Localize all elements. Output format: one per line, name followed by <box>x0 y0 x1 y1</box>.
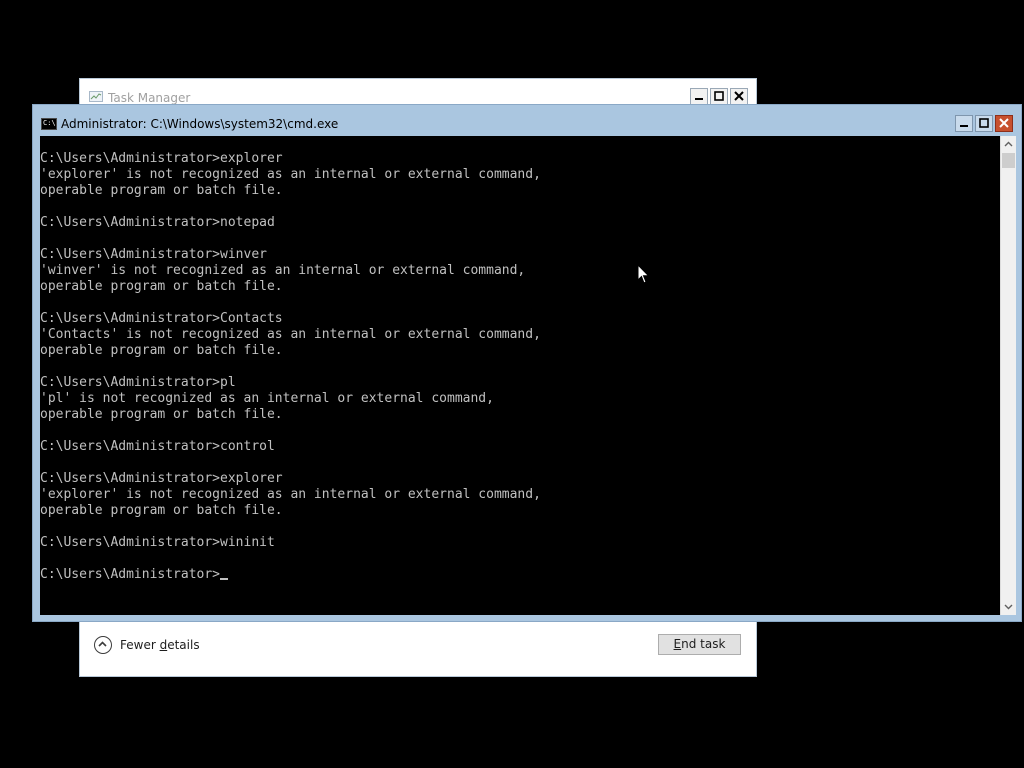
fewer-details-label: Fewer details <box>120 638 200 652</box>
console-line: operable program or batch file. <box>40 343 283 358</box>
task-manager-footer: Fewer details End task <box>80 622 756 676</box>
task-manager-icon <box>89 91 103 102</box>
cmd-minimize-button[interactable] <box>955 115 973 132</box>
console-scrollbar[interactable] <box>1000 136 1016 615</box>
console-line: C:\Users\Administrator> <box>40 567 541 583</box>
cmd-icon-text: C:\ <box>43 119 56 127</box>
cmd-close-button[interactable] <box>995 115 1013 132</box>
console-line: C:\Users\Administrator>explorer <box>40 151 283 166</box>
console-line: operable program or batch file. <box>40 183 283 198</box>
task-manager-minimize-button[interactable] <box>690 88 708 105</box>
console-lines: C:\Users\Administrator>explorer'explorer… <box>40 151 541 583</box>
console-line: C:\Users\Administrator>winver <box>40 247 267 262</box>
scroll-down-button[interactable] <box>1001 599 1016 615</box>
console-line: 'winver' is not recognized as an interna… <box>40 263 526 278</box>
task-manager-title: Task Manager <box>108 91 191 105</box>
mouse-pointer-icon <box>637 264 650 284</box>
console-line: C:\Users\Administrator>control <box>40 439 275 454</box>
console-line: C:\Users\Administrator>Contacts <box>40 311 283 326</box>
console-line: operable program or batch file. <box>40 407 283 422</box>
text-cursor <box>220 578 229 580</box>
console-line: 'explorer' is not recognized as an inter… <box>40 487 541 502</box>
scrollbar-thumb[interactable] <box>1002 153 1015 168</box>
cmd-title: Administrator: C:\Windows\system32\cmd.e… <box>61 117 339 131</box>
console-line: 'pl' is not recognized as an internal or… <box>40 391 494 406</box>
console-output[interactable]: C:\Users\Administrator>explorer'explorer… <box>40 136 1000 615</box>
console-line: 'Contacts' is not recognized as an inter… <box>40 327 541 342</box>
end-task-button[interactable]: End task <box>658 634 741 655</box>
task-manager-titlebar[interactable]: Task Manager <box>80 79 756 107</box>
chevron-up-icon <box>94 636 112 654</box>
task-manager-close-button[interactable] <box>730 88 748 105</box>
console-line: 'explorer' is not recognized as an inter… <box>40 167 541 182</box>
console-line: C:\Users\Administrator>wininit <box>40 535 275 550</box>
cmd-titlebar[interactable]: C:\ Administrator: C:\Windows\system32\c… <box>33 105 1021 135</box>
cmd-window[interactable]: C:\ Administrator: C:\Windows\system32\c… <box>32 104 1022 622</box>
console-line: C:\Users\Administrator>explorer <box>40 471 283 486</box>
console-line: operable program or batch file. <box>40 503 283 518</box>
console-line: C:\Users\Administrator>pl <box>40 375 236 390</box>
console-line: operable program or batch file. <box>40 279 283 294</box>
task-manager-maximize-button[interactable] <box>710 88 728 105</box>
console-line: C:\Users\Administrator>notepad <box>40 215 275 230</box>
cmd-maximize-button[interactable] <box>975 115 993 132</box>
fewer-details-button[interactable]: Fewer details <box>94 635 200 655</box>
desktop: Task Manager Fewer details End task C:\ … <box>0 0 1024 768</box>
cmd-icon: C:\ <box>41 118 57 130</box>
scroll-up-button[interactable] <box>1001 136 1016 152</box>
